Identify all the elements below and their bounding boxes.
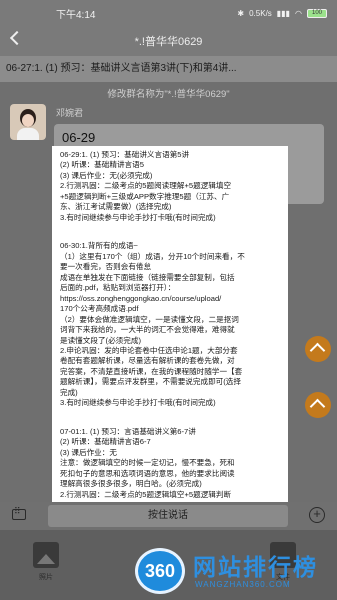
doc-line: 是读懂文段了(必须完成) (60, 335, 141, 345)
watermark-name: 网站排行榜 (193, 555, 318, 581)
doc-line: 东、浙江考试需要做）(选择完成) (60, 202, 172, 212)
doc-line: 后面的.pdf，粘贴到浏览器打开）： (60, 283, 176, 293)
doc-line: 要一次看完，否则会有倦怠 (60, 262, 152, 272)
status-time: 下午4:14 (56, 9, 96, 21)
doc-line: (2) 听课：基础精讲言语6-7 (60, 437, 151, 447)
document-image[interactable]: 06-29:1. (1) 预习：基础讲义言语第5讲 (2) 听课：基础精讲言语5… (52, 146, 288, 544)
watermark-url: WANGZHAN360.COM (195, 580, 291, 589)
system-message: 修改群名称为"*.!普华华0629" (107, 89, 230, 100)
doc-line: (2) 听课：基础精讲言语5 (60, 160, 144, 170)
signal-icon: ▮▮▮ (276, 8, 291, 18)
status-bar: 下午4:14 ✱ 0.5K/s ▮▮▮ ◠ 100 (0, 0, 337, 26)
doc-line: 170个公考高频成语.pdf (60, 304, 139, 314)
bluetooth-icon: ✱ (237, 8, 245, 18)
pinned-announcement[interactable]: 06-27:1. (1) 预习：基础讲义言语第3讲(下)和第4讲... (0, 56, 337, 82)
avatar[interactable] (10, 104, 46, 140)
chat-title: *.!普华华0629 (134, 36, 203, 48)
doc-line: 完答案，不清楚直接听课，在我的课程随时随学一【套 (60, 366, 243, 376)
doc-line: 死扣句子的意思和选项词语的意思，他的要求比阅读 (60, 468, 235, 478)
network-speed: 0.5K/s (249, 8, 272, 18)
doc-line: 06-29:1. (1) 预习：基础讲义言语第5讲 (60, 150, 190, 159)
battery-icon: 100 (307, 8, 327, 18)
doc-line: （1）这里有170个（组）成语，分开10个时间来看，不 (60, 251, 245, 261)
status-icons: ✱ 0.5K/s ▮▮▮ ◠ 100 (237, 8, 327, 18)
photo-label: 照片 (39, 574, 53, 581)
watermark-logo: 360 (135, 548, 185, 594)
doc-line: (3) 课后作业：无(必须完成) (60, 170, 153, 180)
watermark: 360 网站排行榜 WANGZHAN360.COM (135, 548, 335, 596)
doc-line: （2）要体会做准逻辑填空，一是读懂文段，二是抠词 (60, 314, 239, 324)
doc-line: 2.申论巩固：发的申论套卷中任选申论1题，大部分套 (60, 345, 238, 355)
doc-line: 07-01:1. (1) 预习：言语基础讲义第6-7讲 (60, 426, 196, 436)
hold-to-talk-button[interactable]: 按住说话 (48, 505, 288, 527)
doc-line: 完成) (60, 387, 78, 397)
doc-line: +5题逻辑判断+三级或APP数字推理5题（江苏、广 (60, 191, 230, 201)
doc-line: 3.有时间继续参与申论手抄打卡哦(有时间完成) (60, 398, 216, 408)
doc-line: 3.有时间继续参与申论手抄打卡哦(有时间完成) (60, 212, 216, 222)
chat-header: *.!普华华0629 (0, 26, 337, 56)
doc-line: 理解高很多很多很多，明白哈。(必须完成) (60, 479, 202, 489)
doc-line: 卷配有套题解析课，尽量选有解析课的套卷先做，对 (60, 356, 235, 366)
doc-line: 06-30:1.背所有的成语~ (60, 241, 138, 251)
photo-icon (33, 542, 59, 568)
doc-line: 题解析课】，需要点评发群里，不需要说完成即可(选择 (60, 377, 241, 387)
doc-line: (3) 课后作业：无 (60, 447, 117, 457)
doc-line: 2.行测巩固：二级考点的5题逻辑填空+5题逻辑判断 (60, 489, 232, 499)
message-text: 06-29 (62, 130, 96, 145)
plus-icon[interactable]: + (309, 507, 325, 523)
scroll-up-icon-2[interactable] (305, 392, 331, 418)
doc-line: 成语在单独发在下面链接（链接需要全部复制，包括 (60, 272, 235, 282)
doc-line: 2.行测巩固：二级考点的5题阅读理解+5题逻辑填空 (60, 181, 232, 191)
sender-name: 邓婉君 (56, 108, 84, 118)
doc-line: https://oss.zonghenggongkao.cn/course/up… (60, 293, 222, 303)
scroll-up-icon[interactable] (305, 336, 331, 362)
keyboard-icon[interactable] (12, 506, 26, 520)
back-icon[interactable] (9, 30, 25, 46)
doc-line: 词背下来我给的，一大半的词汇不会觉得难，难得就 (60, 325, 235, 335)
doc-line: 注意：做逻辑填空的时候一定切记，慢不要急，死和 (60, 458, 235, 468)
wifi-icon: ◠ (295, 8, 302, 18)
photo-button[interactable]: 照片 (24, 538, 68, 594)
input-bar: 按住说话 + (0, 502, 337, 530)
